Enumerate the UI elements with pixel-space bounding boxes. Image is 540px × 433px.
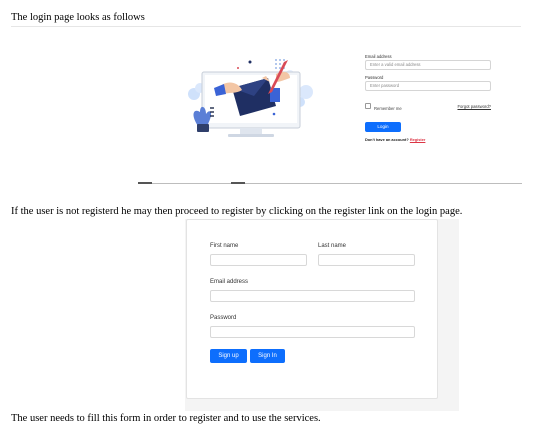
register-screenshot: First name Last name Email address Passw…	[185, 219, 459, 411]
email-label: Email address	[210, 279, 249, 285]
remember-me[interactable]: Remember me	[365, 97, 402, 115]
login-button[interactable]: Login	[365, 122, 401, 132]
last-name-input[interactable]	[318, 254, 415, 266]
mid-divider	[138, 183, 522, 184]
sign-in-button[interactable]: Sign In	[250, 349, 285, 363]
forgot-password-link[interactable]: Forgot password?	[457, 104, 491, 109]
last-name-label: Last name	[318, 243, 347, 249]
register-prompt: Don't have an account? Register	[365, 137, 491, 142]
password-input[interactable]: Enter password	[365, 81, 491, 91]
first-name-label: First name	[210, 243, 239, 249]
checkbox-icon[interactable]	[365, 102, 371, 109]
remember-row: Remember me Forgot password?	[365, 97, 491, 115]
no-account-text: Don't have an account?	[365, 137, 409, 142]
password-label: Password	[210, 315, 237, 321]
login-form: Email address Enter a valid email addres…	[365, 54, 491, 142]
register-paragraph: If the user is not registerd he may then…	[11, 206, 463, 217]
remember-label: Remember me	[374, 106, 402, 111]
closing-paragraph: The user needs to fill this form in orde…	[11, 413, 321, 424]
top-divider	[11, 26, 521, 27]
sign-up-button[interactable]: Sign up	[210, 349, 247, 363]
login-illustration-icon	[188, 59, 313, 137]
password-input[interactable]	[210, 326, 415, 338]
divider-tick	[138, 182, 152, 184]
first-name-input[interactable]	[210, 254, 307, 266]
email-input[interactable]	[210, 290, 415, 302]
register-link[interactable]: Register	[410, 137, 426, 142]
register-card: First name Last name Email address Passw…	[186, 219, 438, 399]
divider-tick	[231, 182, 245, 184]
email-input[interactable]: Enter a valid email address	[365, 60, 491, 70]
login-screenshot: Email address Enter a valid email addres…	[170, 44, 510, 148]
intro-paragraph: The login page looks as follows	[11, 12, 145, 23]
